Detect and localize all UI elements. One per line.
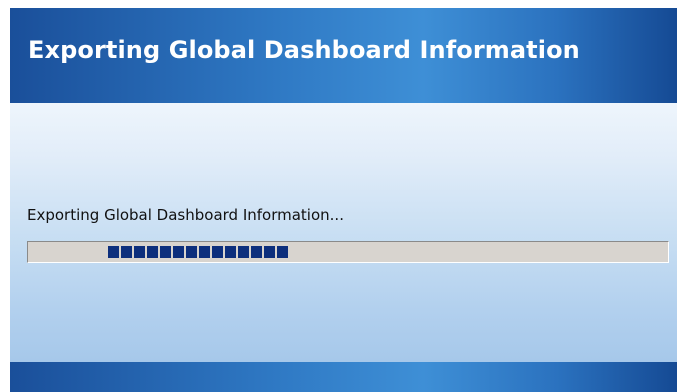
progress-segment xyxy=(160,246,171,258)
progress-segment xyxy=(264,246,275,258)
progress-segment xyxy=(212,246,223,258)
footer-banner xyxy=(10,362,677,392)
header-banner: Exporting Global Dashboard Information xyxy=(10,8,677,103)
progress-segment xyxy=(134,246,145,258)
progress-segment xyxy=(251,246,262,258)
progress-segment xyxy=(147,246,158,258)
progress-segment xyxy=(173,246,184,258)
status-message: Exporting Global Dashboard Information..… xyxy=(27,206,344,224)
progress-bar xyxy=(27,241,669,263)
dialog-title: Exporting Global Dashboard Information xyxy=(28,36,580,64)
progress-segment xyxy=(277,246,288,258)
progress-segment xyxy=(225,246,236,258)
progress-segment xyxy=(238,246,249,258)
progress-segment xyxy=(186,246,197,258)
window-left-edge xyxy=(0,0,10,392)
export-progress-dialog: Exporting Global Dashboard Information E… xyxy=(0,0,677,392)
dialog-body: Exporting Global Dashboard Information..… xyxy=(10,103,677,362)
progress-segment xyxy=(108,246,119,258)
progress-segment xyxy=(199,246,210,258)
progress-segment xyxy=(121,246,132,258)
progress-marquee xyxy=(108,246,288,258)
